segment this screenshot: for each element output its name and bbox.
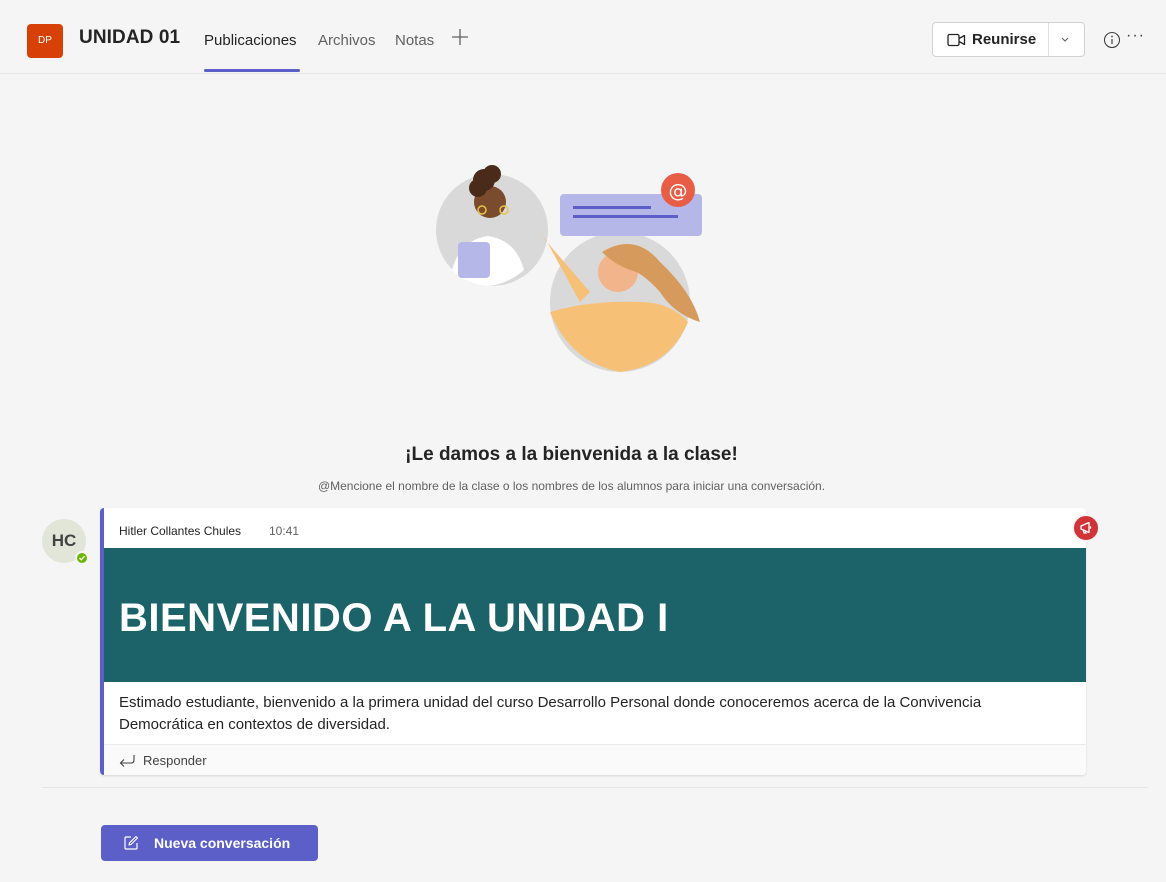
reply-label: Responder	[143, 753, 207, 768]
new-conversation-button[interactable]: Nueva conversación	[101, 825, 318, 861]
team-name: UNIDAD 01	[79, 27, 181, 48]
divider	[42, 787, 1148, 788]
announcement-title: BIENVENIDO A LA UNIDAD I	[119, 596, 669, 640]
new-conversation-label: Nueva conversación	[154, 835, 291, 851]
post-card: Hitler Collantes Chules 10:41 BIENVENIDO…	[100, 508, 1086, 775]
channel-header: DP UNIDAD 01 Publicaciones Archivos Nota…	[0, 0, 1166, 74]
more-options-icon[interactable]: ···	[1126, 27, 1145, 45]
tab-archivos[interactable]: Archivos	[318, 32, 376, 49]
welcome-illustration: @	[436, 165, 702, 372]
chevron-down-icon[interactable]	[1059, 33, 1071, 45]
welcome-title: ¡Le damos a la bienvenida a la clase!	[405, 444, 738, 465]
compose-icon	[124, 835, 139, 850]
welcome-subtitle: @Mencione el nombre de la clase o los no…	[317, 479, 826, 493]
tab-publicaciones[interactable]: Publicaciones	[204, 32, 297, 49]
active-tab-indicator	[204, 69, 300, 72]
info-icon[interactable]	[1103, 31, 1121, 49]
plus-icon	[452, 29, 468, 45]
post-body: Estimado estudiante, bienvenido a la pri…	[119, 694, 982, 733]
meet-button[interactable]: Reunirse	[933, 23, 1049, 56]
team-avatar[interactable]: DP	[27, 24, 63, 58]
announcement-megaphone-icon	[1072, 514, 1100, 542]
video-camera-icon	[947, 33, 966, 47]
meet-label: Reunirse	[972, 31, 1037, 48]
presence-available-icon	[75, 551, 89, 565]
reply-button[interactable]: Responder	[104, 744, 1086, 775]
post-author[interactable]: Hitler Collantes Chules	[119, 524, 241, 538]
meet-button-group: Reunirse	[932, 22, 1085, 57]
announcement-banner: BIENVENIDO A LA UNIDAD I	[104, 548, 1086, 682]
tab-notas[interactable]: Notas	[395, 32, 434, 49]
svg-text:@: @	[669, 180, 688, 202]
post-timestamp: 10:41	[269, 524, 300, 538]
reply-icon	[119, 755, 135, 767]
add-tab-button[interactable]	[451, 26, 469, 52]
